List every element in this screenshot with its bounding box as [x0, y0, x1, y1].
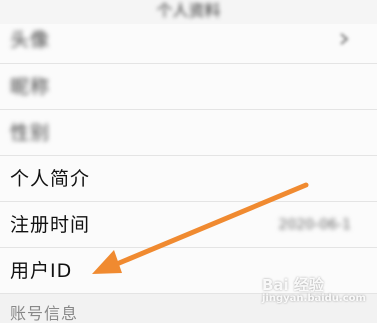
row-bio[interactable]: 个人简介 [0, 156, 377, 202]
page-title: 个人资料 [156, 1, 221, 20]
row-nickname[interactable]: 昵称 [0, 64, 377, 110]
row-label: 用户ID [10, 260, 73, 282]
nav-header: 个人资料 [0, 0, 377, 24]
row-label: 个人简介 [10, 168, 91, 190]
profile-settings-page: 个人资料 头像 昵称 性别 个人简介 注册时间 2020-06-1 用户ID 账… [0, 0, 377, 323]
watermark-url: jingyan.baidu.com [262, 293, 366, 304]
row-label: 昵称 [10, 76, 51, 98]
row-label: 性别 [10, 122, 51, 144]
chevron-right-icon [340, 33, 349, 45]
row-value: 2020-06-1 [278, 217, 351, 233]
row-label: 头像 [10, 29, 51, 51]
watermark-text: Bai 经验 [262, 276, 324, 294]
watermark: Bai 经验 jingyan.baidu.com [262, 274, 366, 304]
row-gender[interactable]: 性别 [0, 110, 377, 156]
row-avatar[interactable]: 头像 [0, 24, 377, 64]
row-label: 注册时间 [10, 214, 91, 236]
section-title: 账号信息 [10, 304, 79, 323]
row-register-time[interactable]: 注册时间 2020-06-1 [0, 202, 377, 248]
